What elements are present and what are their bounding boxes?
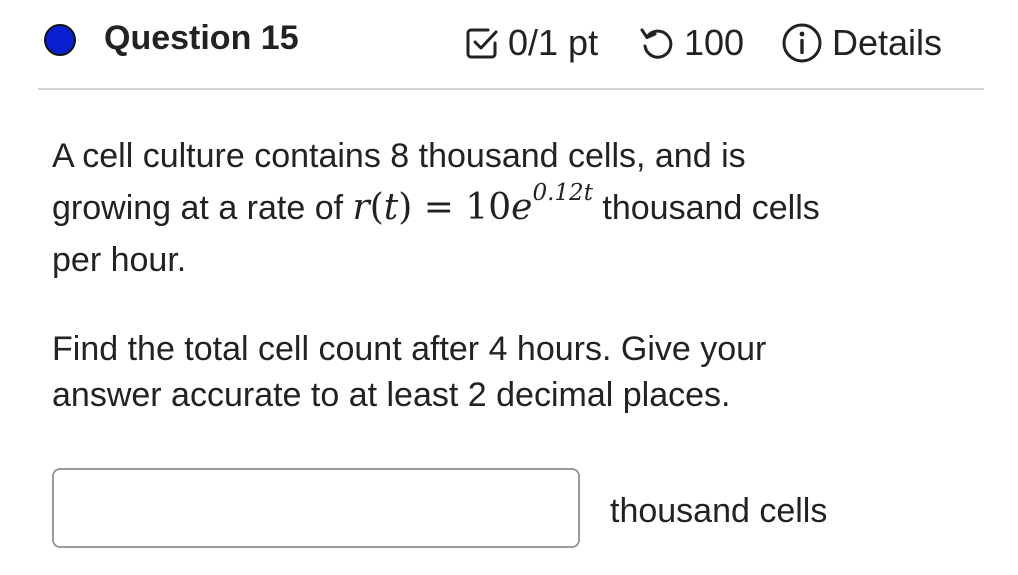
attempts-text: 100 — [684, 22, 745, 63]
score-text: 0/1 pt — [508, 22, 599, 63]
question-text: A cell culture contains 8 thousand cells… — [52, 130, 972, 286]
answer-units: thousand cells — [610, 492, 828, 530]
details-label[interactable]: Details — [832, 21, 942, 65]
score-indicator: 0/1 pt — [464, 20, 598, 66]
rate-formula: r(t) = 10e0.12t — [352, 180, 593, 229]
answer-input[interactable] — [52, 468, 580, 548]
details-button[interactable]: Details — [780, 20, 942, 66]
checkbox-check-icon — [464, 25, 500, 61]
question-line-2: growing at a rate of r(t) = 10e0.12t tho… — [52, 180, 820, 229]
question-title: Question 15 — [104, 19, 299, 57]
info-icon — [780, 21, 824, 65]
instruction-line-2: answer accurate to at least 2 decimal pl… — [52, 376, 731, 414]
question-page: Question 15 0/1 pt 100 Details A cell cu… — [0, 0, 1018, 575]
instruction-text: Find the total cell count after 4 hours.… — [52, 326, 972, 418]
question-line-1: A cell culture contains 8 thousand cells… — [52, 137, 746, 175]
header-divider — [38, 88, 984, 90]
question-header: Question 15 0/1 pt 100 Details — [0, 0, 1018, 88]
retry-icon — [638, 24, 676, 62]
status-dot-icon — [44, 24, 76, 56]
attempts-indicator: 100 — [638, 20, 744, 66]
instruction-line-1: Find the total cell count after 4 hours.… — [52, 330, 767, 368]
question-line-3: per hour. — [52, 241, 187, 279]
